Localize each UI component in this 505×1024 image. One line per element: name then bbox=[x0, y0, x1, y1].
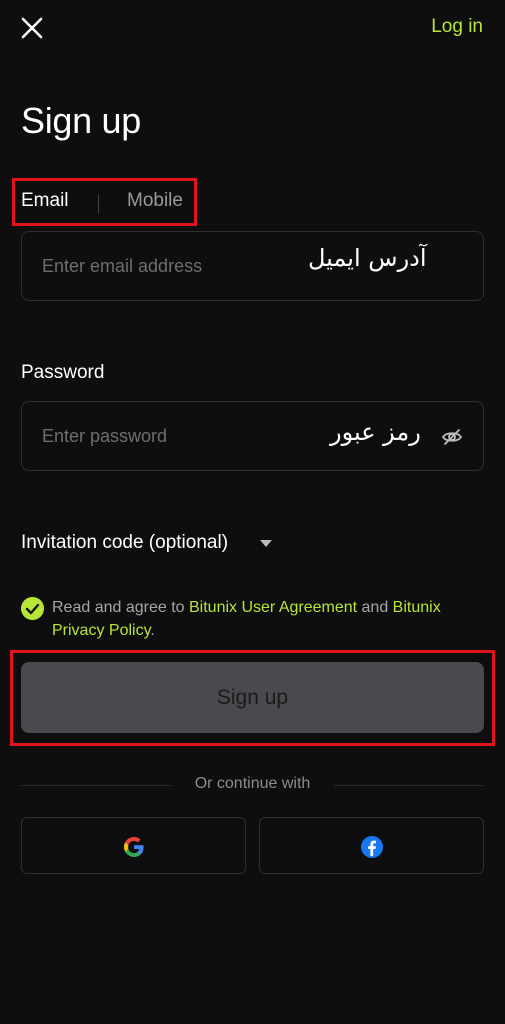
login-link[interactable]: Log in bbox=[431, 16, 483, 38]
email-annotation: آدرس ایمیل bbox=[308, 244, 427, 272]
google-signin-button[interactable] bbox=[21, 817, 246, 874]
agreement-middle: and bbox=[357, 599, 393, 616]
page-title: Sign up bbox=[21, 100, 141, 141]
caret-down-icon[interactable] bbox=[260, 540, 272, 547]
close-icon[interactable] bbox=[18, 14, 46, 42]
eye-off-icon[interactable] bbox=[441, 426, 463, 448]
google-icon bbox=[124, 837, 144, 857]
divider-right bbox=[334, 785, 484, 786]
user-agreement-link[interactable]: Bitunix User Agreement bbox=[189, 599, 357, 616]
tab-email[interactable]: Email bbox=[21, 190, 69, 212]
agreement-prefix: Read and agree to bbox=[52, 599, 189, 616]
agreement-checkbox[interactable] bbox=[21, 597, 44, 620]
facebook-signin-button[interactable] bbox=[259, 817, 484, 874]
signup-button[interactable]: Sign up bbox=[21, 662, 484, 733]
agreement-text: Read and agree to Bitunix User Agreement… bbox=[52, 596, 492, 642]
password-label: Password bbox=[21, 362, 105, 383]
tab-divider bbox=[98, 195, 99, 213]
password-annotation: رمز عبور bbox=[330, 418, 421, 446]
invitation-code-toggle[interactable]: Invitation code (optional) bbox=[21, 532, 228, 554]
agreement-suffix: . bbox=[150, 622, 155, 639]
facebook-icon bbox=[361, 836, 383, 858]
or-continue-text: Or continue with bbox=[194, 775, 311, 792]
tab-mobile[interactable]: Mobile bbox=[127, 190, 183, 212]
